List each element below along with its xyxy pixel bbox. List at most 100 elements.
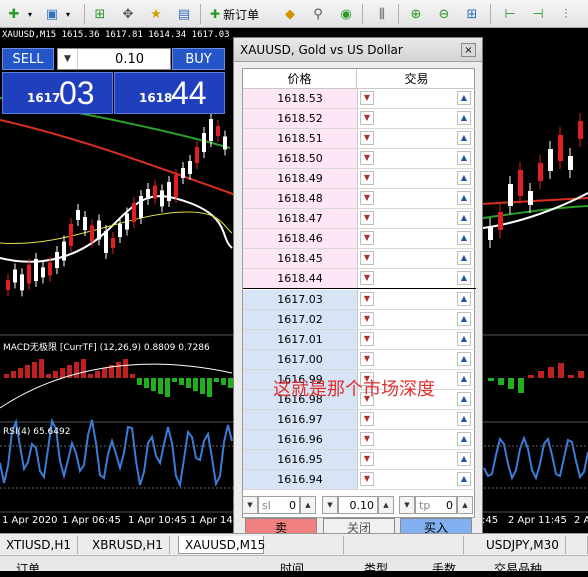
ask-row[interactable]: 1618.45 ▼ ▲ [243,249,476,269]
sell-limit-arrow-icon[interactable]: ▼ [360,452,374,466]
buy-limit-arrow-icon[interactable]: ▲ [457,171,471,185]
tab-usdjpy[interactable]: USDJPY,M30 [480,536,566,554]
bid-row[interactable]: 1617.00 ▼ ▲ [243,350,476,370]
sell-limit-arrow-icon[interactable]: ▼ [360,432,374,446]
period-icon[interactable]: ⫼ [372,4,392,24]
col-symbol[interactable]: 交易品种 [494,560,542,577]
buy-limit-arrow-icon[interactable]: ▲ [457,191,471,205]
ask-row[interactable]: 1618.53 ▼ ▲ [243,89,476,109]
buy-limit-arrow-icon[interactable]: ▲ [457,472,471,486]
crosshair-icon[interactable]: ✥ [118,4,138,24]
bid-row[interactable]: 1616.97 ▼ ▲ [243,410,476,430]
ask-row[interactable]: 1618.49 ▼ ▲ [243,169,476,189]
tile-icon[interactable]: ⊞ [462,4,482,24]
ask-row[interactable]: 1618.50 ▼ ▲ [243,149,476,169]
col-lots[interactable]: 手数 [432,560,456,577]
sell-limit-arrow-icon[interactable]: ▼ [360,171,374,185]
new-chart-icon[interactable]: ✚ [4,4,24,24]
sl-input[interactable]: sl 0 [258,496,300,514]
buy-limit-arrow-icon[interactable]: ▲ [457,211,471,225]
buy-limit-arrow-icon[interactable]: ▲ [457,372,471,386]
tab-hidden-1[interactable] [264,536,344,554]
buy-limit-arrow-icon[interactable]: ▲ [457,452,471,466]
gold-bar-icon[interactable]: ◆ [280,4,300,24]
col-type[interactable]: 类型 [364,560,388,577]
ask-row[interactable]: 1618.52 ▼ ▲ [243,109,476,129]
buy-price-box[interactable]: 1618 44 [114,72,225,114]
buy-limit-arrow-icon[interactable]: ▲ [457,151,471,165]
sell-limit-arrow-icon[interactable]: ▼ [360,352,374,366]
tab-xauusd[interactable]: XAUUSD,M15 [178,536,265,554]
bid-row[interactable]: 1616.94 ▼ ▲ [243,470,476,490]
col-time[interactable]: 时间 [280,560,304,577]
buy-limit-arrow-icon[interactable]: ▲ [457,251,471,265]
buy-limit-arrow-icon[interactable]: ▲ [457,432,471,446]
sell-button[interactable]: SELL [2,48,54,70]
sell-limit-arrow-icon[interactable]: ▼ [360,151,374,165]
ask-row[interactable]: 1618.47 ▼ ▲ [243,209,476,229]
bid-row[interactable]: 1616.95 ▼ ▲ [243,450,476,470]
tab-xbrusd[interactable]: XBRUSD,H1 [86,536,170,554]
tab-xtiusd[interactable]: XTIUSD,H1 [0,536,78,554]
buy-limit-arrow-icon[interactable]: ▲ [457,111,471,125]
sell-limit-arrow-icon[interactable]: ▼ [360,211,374,225]
buy-limit-arrow-icon[interactable]: ▲ [457,312,471,326]
sell-limit-arrow-icon[interactable]: ▼ [360,332,374,346]
navigator-icon[interactable]: ▤ [174,4,194,24]
tp-decrease-button[interactable]: ▼ [399,496,415,514]
buy-limit-arrow-icon[interactable]: ▲ [457,412,471,426]
buy-limit-arrow-icon[interactable]: ▲ [457,292,471,306]
sell-limit-arrow-icon[interactable]: ▼ [360,271,374,285]
sell-limit-arrow-icon[interactable]: ▼ [360,292,374,306]
lot-input[interactable]: 0.10 [338,496,378,514]
buy-limit-arrow-icon[interactable]: ▲ [457,91,471,105]
lot-decrease-button[interactable]: ▼ [322,496,338,514]
close-button[interactable]: × [461,43,476,57]
sell-limit-arrow-icon[interactable]: ▼ [360,412,374,426]
new-order-button[interactable]: ✚ 新订单 [210,4,259,24]
chevron-down-icon[interactable]: ▾ [62,4,74,24]
search-icon[interactable]: ⚲ [308,4,328,24]
sell-limit-arrow-icon[interactable]: ▼ [360,472,374,486]
tab-hidden-2[interactable] [384,536,464,554]
dialog-titlebar[interactable]: XAUUSD, Gold vs US Dollar × [234,38,482,62]
buy-limit-arrow-icon[interactable]: ▲ [457,392,471,406]
chevron-down-icon[interactable]: ▼ [58,49,78,69]
ask-row[interactable]: 1618.48 ▼ ▲ [243,189,476,209]
chart-shift-icon[interactable]: ⊣ [528,4,548,24]
ask-row[interactable]: 1618.46 ▼ ▲ [243,229,476,249]
market-watch-icon[interactable]: ⊞ [90,4,110,24]
sl-decrease-button[interactable]: ▼ [242,496,258,514]
lot-size-input[interactable]: ▼ 0.10 [57,48,171,70]
ask-row[interactable]: 1618.51 ▼ ▲ [243,129,476,149]
lot-increase-button[interactable]: ▲ [378,496,394,514]
autoscroll-icon[interactable]: ⊢ [500,4,520,24]
buy-limit-arrow-icon[interactable]: ▲ [457,271,471,285]
buy-limit-arrow-icon[interactable]: ▲ [457,332,471,346]
sell-limit-arrow-icon[interactable]: ▼ [360,111,374,125]
profiles-icon[interactable]: ▣ [42,4,62,24]
chart-type-icon[interactable]: ⫶ [556,4,576,24]
buy-limit-arrow-icon[interactable]: ▲ [457,352,471,366]
buy-button[interactable]: BUY [172,48,225,70]
tp-increase-button[interactable]: ▲ [457,496,473,514]
col-order[interactable]: 订单 [16,560,40,577]
bid-row[interactable]: 1617.03 ▼ ▲ [243,290,476,310]
sell-price-box[interactable]: 1617 03 [2,72,113,114]
tab-hidden-3[interactable] [566,536,588,554]
sl-increase-button[interactable]: ▲ [300,496,316,514]
tp-input[interactable]: tp 0 [415,496,457,514]
sell-limit-arrow-icon[interactable]: ▼ [360,91,374,105]
signal-icon[interactable]: ◉ [336,4,356,24]
buy-limit-arrow-icon[interactable]: ▲ [457,231,471,245]
bid-row[interactable]: 1616.96 ▼ ▲ [243,430,476,450]
favorites-icon[interactable]: ★ [146,4,166,24]
sell-limit-arrow-icon[interactable]: ▼ [360,251,374,265]
bid-row[interactable]: 1617.01 ▼ ▲ [243,330,476,350]
ask-row[interactable]: 1618.44 ▼ ▲ [243,269,476,289]
sell-limit-arrow-icon[interactable]: ▼ [360,131,374,145]
buy-limit-arrow-icon[interactable]: ▲ [457,131,471,145]
price-column-header[interactable]: 价格 [243,69,357,89]
bid-row[interactable]: 1617.02 ▼ ▲ [243,310,476,330]
sell-limit-arrow-icon[interactable]: ▼ [360,312,374,326]
